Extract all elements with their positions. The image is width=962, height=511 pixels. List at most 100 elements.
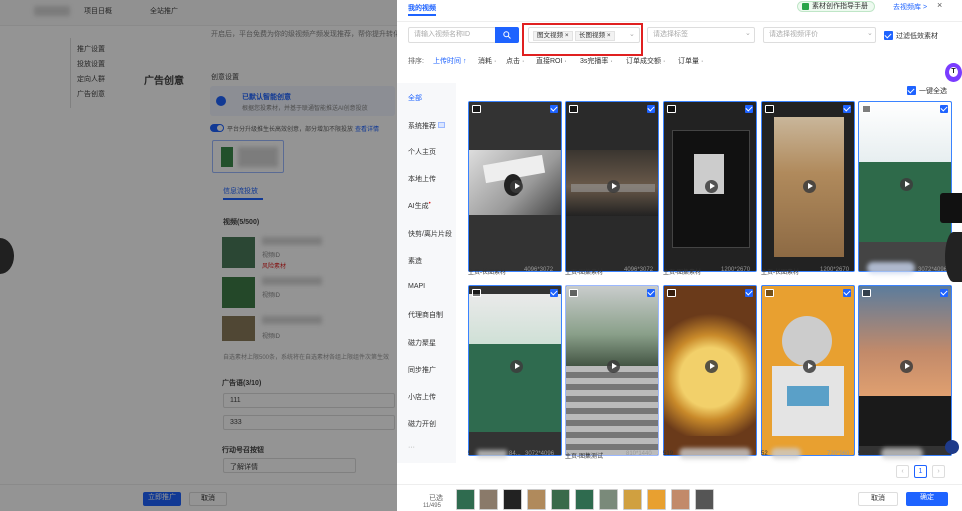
- selected-thumb[interactable]: [647, 489, 666, 510]
- nav-magnetic-create[interactable]: 磁力开创: [408, 419, 436, 429]
- gallery-type-icon: [569, 289, 578, 297]
- category-nav: 全部 系统推荐 个人主页 本地上传 AI生成• 快剪/离片片段 素造 MAPI …: [397, 83, 456, 463]
- nav-agency[interactable]: 代理商自制: [408, 310, 443, 320]
- drawer-header: 我的视频 素材创作指导手册 去视频库 > ×: [397, 0, 962, 22]
- selected-thumb[interactable]: [503, 489, 522, 510]
- card-size: 1200*2670: [721, 267, 751, 273]
- card-checkbox[interactable]: [940, 289, 948, 297]
- play-icon[interactable]: [510, 180, 523, 193]
- material-card[interactable]: [565, 285, 659, 456]
- card-size: 1200*2670: [820, 267, 850, 273]
- scroll-right-handle[interactable]: [945, 232, 962, 282]
- filter-low-checkbox[interactable]: [884, 31, 893, 40]
- search-input[interactable]: 请输入视频名称ID: [408, 27, 496, 43]
- nav-all[interactable]: 全部: [408, 93, 422, 103]
- play-icon[interactable]: [607, 180, 620, 193]
- material-card[interactable]: [663, 101, 757, 272]
- card-size: 4096*3072: [524, 267, 554, 273]
- play-icon[interactable]: [900, 178, 913, 191]
- selected-thumb[interactable]: [695, 489, 714, 510]
- play-icon[interactable]: [803, 360, 816, 373]
- side-panel-tab[interactable]: [940, 193, 962, 223]
- material-card[interactable]: [858, 285, 952, 456]
- sort-cost[interactable]: 消耗 ·: [478, 56, 496, 66]
- eval-select[interactable]: 请选择视频评价: [763, 27, 876, 43]
- nav-mapi[interactable]: MAPI: [408, 283, 425, 290]
- select-all-checkbox[interactable]: [907, 86, 916, 95]
- video-library-link[interactable]: 去视频库 >: [893, 2, 927, 12]
- guide-button[interactable]: 素材创作指导手册: [797, 1, 875, 12]
- caption-blur: [867, 262, 915, 274]
- card-caption: 主页-图集素材: [663, 270, 701, 276]
- material-card[interactable]: [468, 101, 562, 272]
- material-card[interactable]: [468, 285, 562, 456]
- card-checkbox[interactable]: [843, 289, 851, 297]
- material-card[interactable]: [761, 101, 855, 272]
- chevron-down-icon: ⌄: [867, 30, 873, 37]
- nav-ai-generate[interactable]: AI生成•: [408, 201, 431, 211]
- search-button[interactable]: [495, 27, 519, 43]
- play-icon[interactable]: [510, 360, 523, 373]
- selected-thumb[interactable]: [599, 489, 618, 510]
- play-icon[interactable]: [705, 180, 718, 193]
- selected-thumb[interactable]: [479, 489, 498, 510]
- card-caption: 51: [468, 451, 475, 457]
- sort-roi[interactable]: 直接ROI ·: [536, 56, 567, 66]
- material-card[interactable]: [663, 285, 757, 456]
- highlight-box: [522, 23, 643, 56]
- nav-more[interactable]: ···: [408, 444, 415, 451]
- card-checkbox[interactable]: [745, 289, 753, 297]
- drawer-confirm-button[interactable]: 确定: [906, 492, 948, 506]
- sort-upload-time[interactable]: 上传时间 ↑: [433, 56, 466, 66]
- nav-local-upload[interactable]: 本地上传: [408, 174, 436, 184]
- play-icon[interactable]: [900, 360, 913, 373]
- card-checkbox[interactable]: [647, 289, 655, 297]
- chevron-down-icon: ⌄: [745, 30, 751, 37]
- guide-label: 素材创作指导手册: [812, 3, 868, 10]
- sort-completion[interactable]: 3s完播率 ·: [580, 56, 613, 66]
- gallery-type-icon: [765, 105, 774, 113]
- card-checkbox[interactable]: [550, 289, 558, 297]
- gallery-type-icon: [667, 105, 676, 113]
- next-page-button[interactable]: ›: [932, 465, 945, 478]
- card-checkbox[interactable]: [745, 105, 753, 113]
- nav-shop-upload[interactable]: 小店上传: [408, 392, 436, 402]
- prev-page-button[interactable]: ‹: [896, 465, 909, 478]
- gallery-type-icon: [472, 105, 481, 113]
- sort-bar: 排序: 上传时间 ↑ 消耗 · 点击 · 直接ROI · 3s完播率 · 订单成…: [408, 56, 708, 68]
- selected-thumb[interactable]: [456, 489, 475, 510]
- drawer-title[interactable]: 我的视频: [408, 3, 436, 13]
- nav-star[interactable]: 磁力聚星: [408, 338, 436, 348]
- nav-material[interactable]: 素造: [408, 256, 422, 266]
- caption-blur: [771, 448, 801, 459]
- selected-thumb[interactable]: [575, 489, 594, 510]
- sort-order-amount[interactable]: 订单成交额 ·: [626, 56, 665, 66]
- selected-thumb[interactable]: [527, 489, 546, 510]
- play-icon[interactable]: [705, 360, 718, 373]
- assistant-avatar-icon[interactable]: T: [945, 63, 962, 82]
- card-checkbox[interactable]: [940, 105, 948, 113]
- material-card[interactable]: [565, 101, 659, 272]
- close-icon[interactable]: ×: [937, 0, 942, 10]
- card-checkbox[interactable]: [647, 105, 655, 113]
- selected-thumb[interactable]: [671, 489, 690, 510]
- sort-order-count[interactable]: 订单量 ·: [678, 56, 703, 66]
- card-checkbox[interactable]: [550, 105, 558, 113]
- selected-thumb[interactable]: [551, 489, 570, 510]
- material-card[interactable]: [858, 101, 952, 272]
- nav-sync[interactable]: 同步推广: [408, 365, 436, 375]
- card-checkbox[interactable]: [843, 105, 851, 113]
- sort-click[interactable]: 点击 ·: [506, 56, 524, 66]
- nav-clips[interactable]: 快剪/离片片段: [408, 229, 452, 239]
- drawer-cancel-button[interactable]: 取消: [858, 492, 898, 506]
- play-icon[interactable]: [607, 360, 620, 373]
- material-card[interactable]: [761, 285, 855, 456]
- red-dot-icon: •: [428, 201, 431, 207]
- selected-thumb[interactable]: [623, 489, 642, 510]
- label-select[interactable]: 请选择标签: [647, 27, 755, 43]
- play-icon[interactable]: [803, 180, 816, 193]
- nav-homepage[interactable]: 个人主页: [408, 147, 436, 157]
- nav-recommend[interactable]: 系统推荐: [408, 121, 445, 131]
- page-number[interactable]: 1: [914, 465, 927, 478]
- card-size: 3072*4096: [918, 267, 948, 273]
